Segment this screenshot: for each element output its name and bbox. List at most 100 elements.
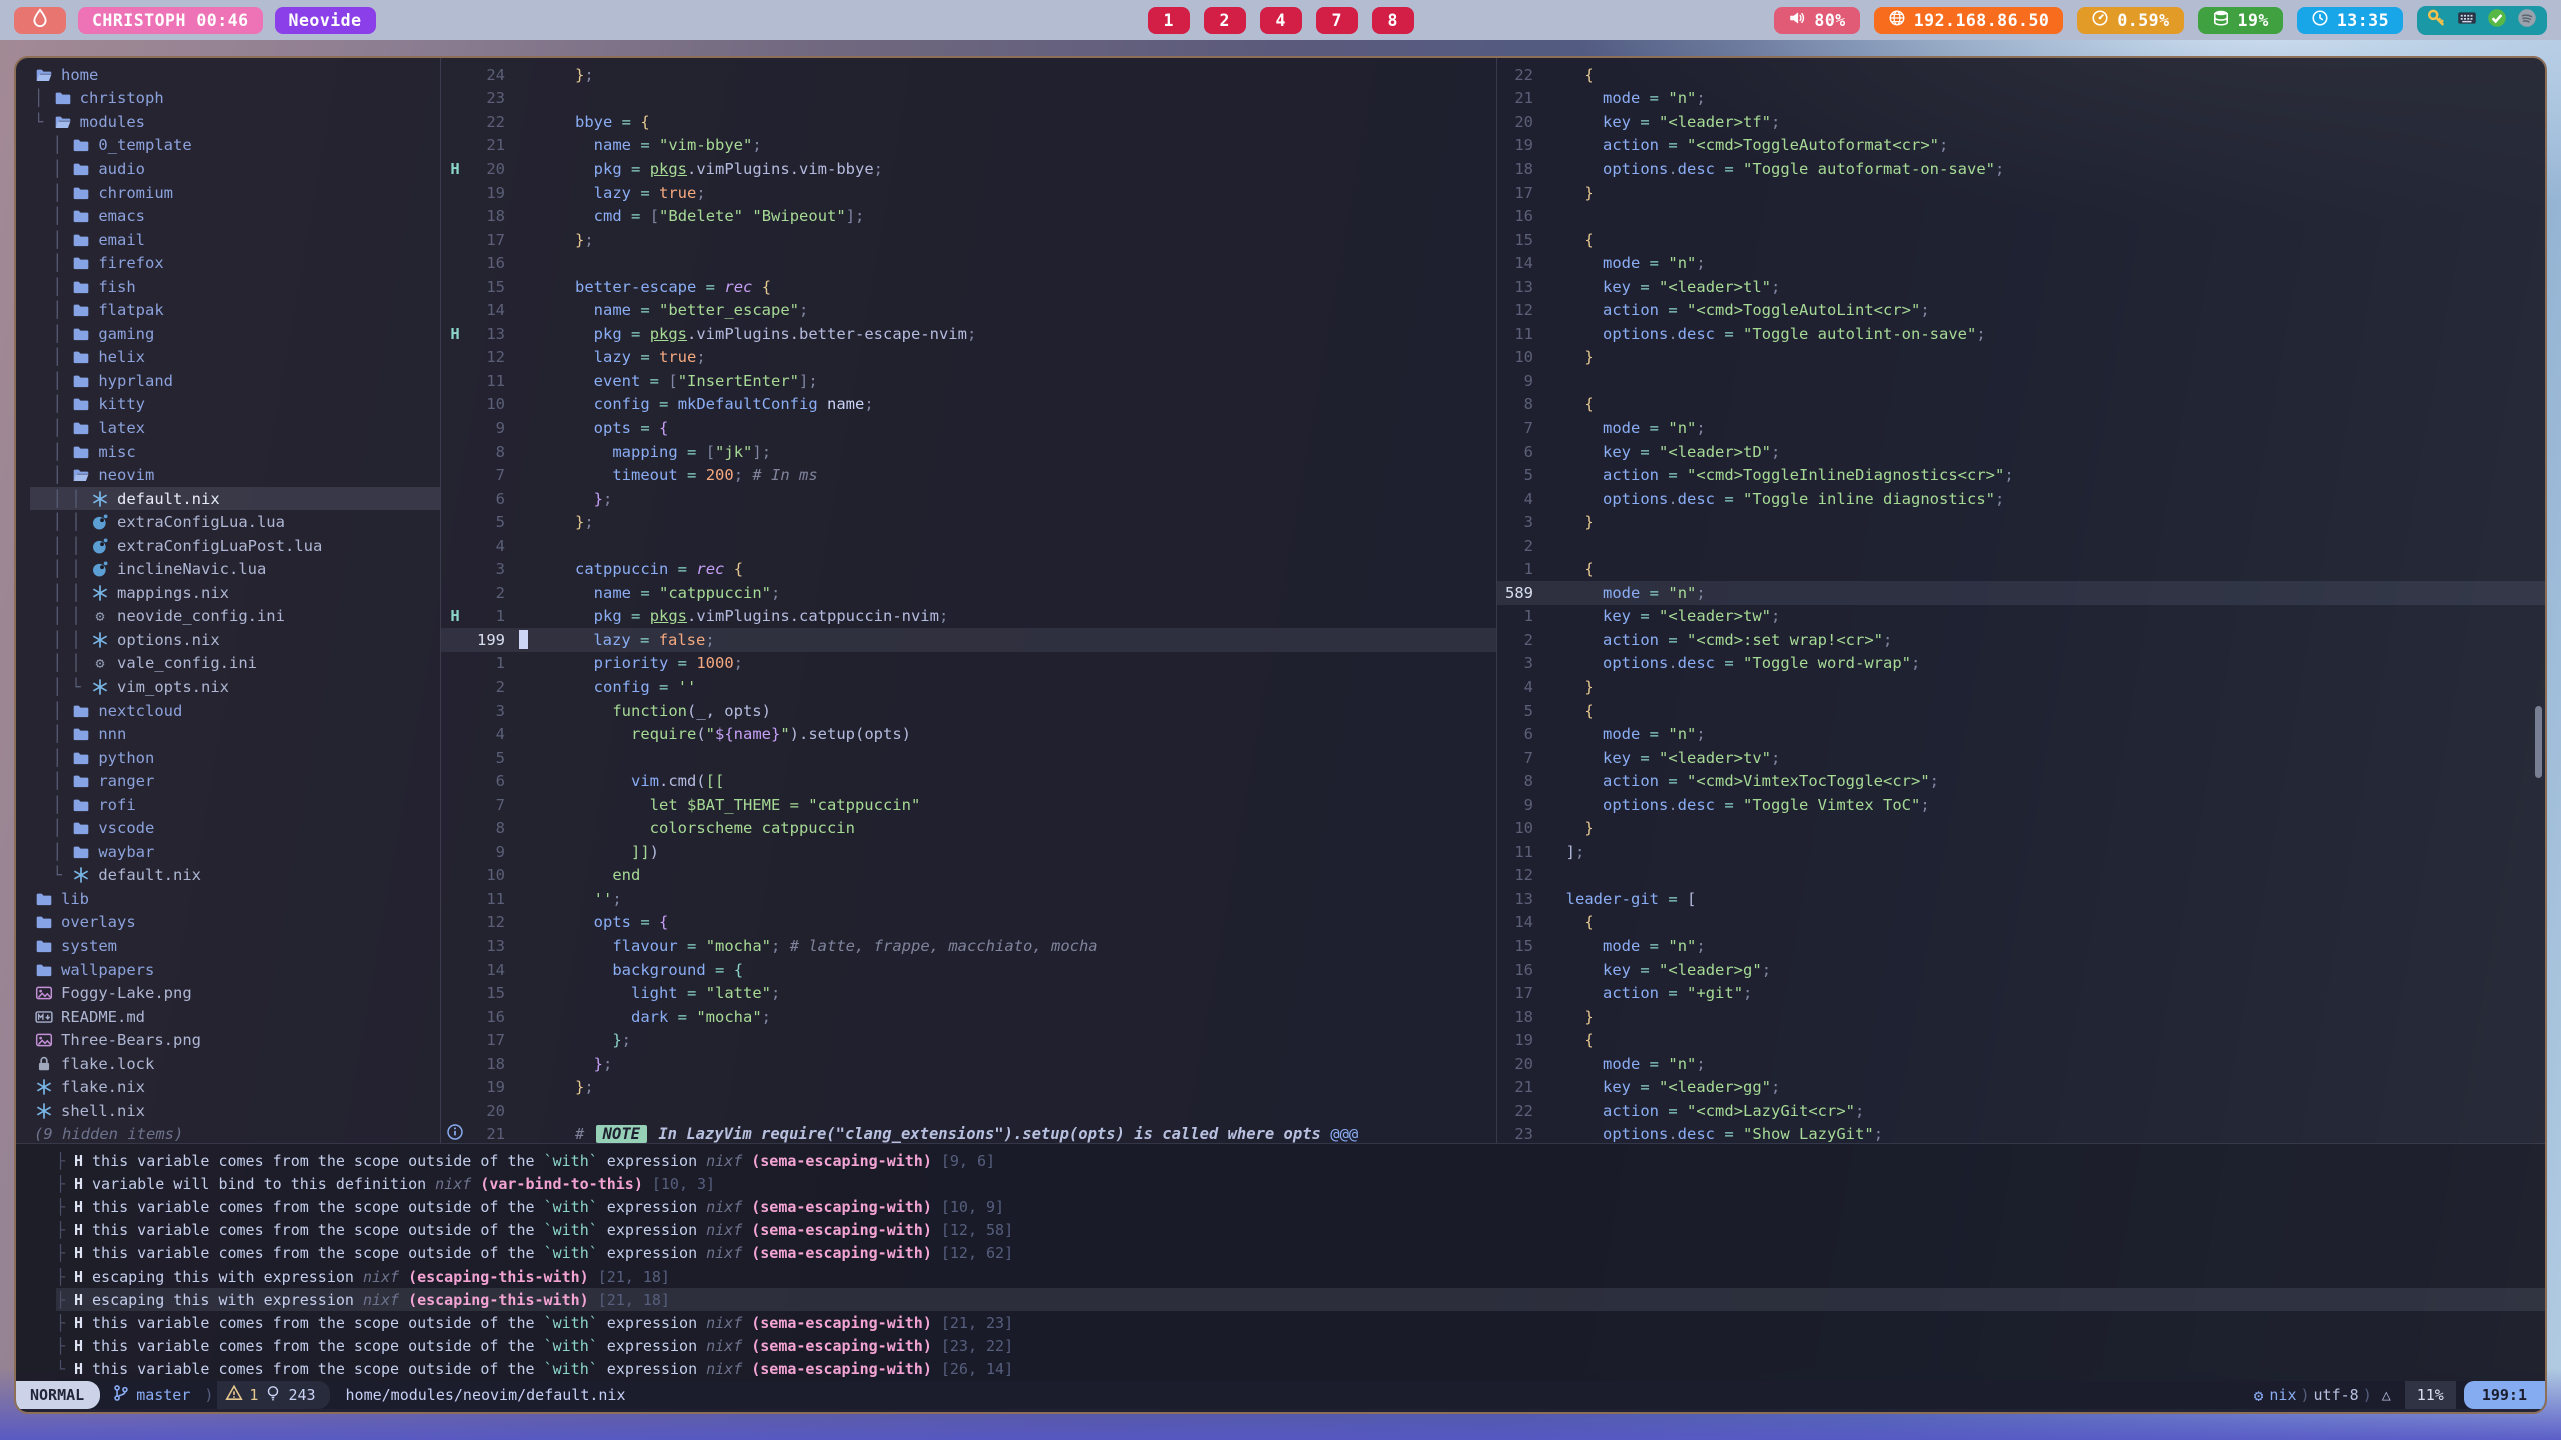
tree-row[interactable]: lib bbox=[30, 887, 440, 911]
code-line: 21 mode = "n"; bbox=[1497, 87, 2545, 111]
tree-row[interactable]: │ nextcloud bbox=[30, 699, 440, 723]
tree-row[interactable]: flake.nix bbox=[30, 1076, 440, 1100]
code-line: 16 bbox=[1497, 204, 2545, 228]
tree-row[interactable]: │ kitty bbox=[30, 393, 440, 417]
code-pane-right[interactable]: 22 {21 mode = "n";20 key = "<leader>tf";… bbox=[1497, 58, 2545, 1143]
tree-row[interactable]: │ flatpak bbox=[30, 298, 440, 322]
diagnostic-row[interactable]: ├Hthis variable comes from the scope out… bbox=[56, 1335, 2545, 1358]
tree-row[interactable]: │ │ default.nix bbox=[30, 487, 440, 511]
active-window-pill[interactable]: Neovide bbox=[275, 7, 376, 34]
tree-row[interactable]: │ vscode bbox=[30, 817, 440, 841]
disk-usage-value: 19% bbox=[2238, 11, 2269, 30]
diagnostic-row[interactable]: ├Hescaping this with expressionnixf(esca… bbox=[56, 1288, 2545, 1311]
tree-row[interactable]: │ firefox bbox=[30, 251, 440, 275]
tree-dir-label: emacs bbox=[98, 207, 145, 225]
tree-row[interactable]: │ hyprland bbox=[30, 369, 440, 393]
scrollbar-thumb[interactable] bbox=[2535, 706, 2542, 778]
tree-row[interactable]: │ │ ⚙neovide_config.ini bbox=[30, 605, 440, 629]
cpu-load-pill[interactable]: 0.59% bbox=[2077, 7, 2183, 34]
code-text: mode = "n"; bbox=[1547, 89, 2545, 107]
diagnostic-row[interactable]: ├Hthis variable comes from the scope out… bbox=[56, 1242, 2545, 1265]
workspace-button[interactable]: 7 bbox=[1316, 7, 1358, 34]
network-ip-value: 192.168.86.50 bbox=[1914, 11, 2050, 30]
tree-row[interactable]: home bbox=[30, 63, 440, 87]
tree-row[interactable]: │ rofi bbox=[30, 793, 440, 817]
git-branch[interactable]: master bbox=[112, 1384, 190, 1406]
keyboard-icon[interactable] bbox=[2457, 8, 2477, 32]
code-text: # NOTE In LazyVim require("clang_extensi… bbox=[519, 1125, 1496, 1143]
tree-row[interactable]: │ email bbox=[30, 228, 440, 252]
code-line: 9 bbox=[1497, 369, 2545, 393]
diagnostic-row[interactable]: └Hthis variable comes from the scope out… bbox=[56, 1358, 2545, 1381]
vol-icon bbox=[1788, 9, 1806, 31]
tree-row[interactable]: │ chromium bbox=[30, 181, 440, 205]
disk-usage-pill[interactable]: 19% bbox=[2198, 7, 2283, 34]
tree-row[interactable]: shell.nix bbox=[30, 1099, 440, 1123]
tree-row[interactable]: │ ranger bbox=[30, 769, 440, 793]
tree-row[interactable]: │ misc bbox=[30, 440, 440, 464]
folder-icon bbox=[34, 937, 54, 955]
code-text: { bbox=[1547, 66, 2545, 84]
tree-row[interactable]: │ fish bbox=[30, 275, 440, 299]
check-icon[interactable] bbox=[2487, 8, 2507, 32]
tree-row[interactable]: │ │ extraConfigLua.lua bbox=[30, 510, 440, 534]
workspace-button[interactable]: 8 bbox=[1372, 7, 1414, 34]
cursor-block bbox=[519, 630, 528, 649]
workspace-button[interactable]: 1 bbox=[1148, 7, 1190, 34]
tree-row[interactable]: │ │ extraConfigLuaPost.lua bbox=[30, 534, 440, 558]
tree-row[interactable]: │ waybar bbox=[30, 840, 440, 864]
tree-row[interactable]: │ emacs bbox=[30, 204, 440, 228]
diagnostics-panel[interactable]: ├Hthis variable comes from the scope out… bbox=[16, 1143, 2545, 1381]
tree-row[interactable]: │ audio bbox=[30, 157, 440, 181]
tree-row[interactable]: │ │ inclineNavic.lua bbox=[30, 557, 440, 581]
diagnostic-row[interactable]: ├Hthis variable comes from the scope out… bbox=[56, 1149, 2545, 1172]
code-line: 199 lazy = false; bbox=[441, 628, 1496, 652]
tree-row[interactable]: README.md bbox=[30, 1005, 440, 1029]
tree-row[interactable]: │ christoph bbox=[30, 87, 440, 111]
code-pane-left[interactable]: 24 };2322 bbye = {21 name = "vim-bbye";H… bbox=[441, 58, 1497, 1143]
tree-row[interactable]: └ modules bbox=[30, 110, 440, 134]
network-ip-pill[interactable]: 192.168.86.50 bbox=[1874, 7, 2064, 34]
folder-icon bbox=[71, 443, 91, 461]
tree-row[interactable]: system bbox=[30, 934, 440, 958]
tree-row[interactable]: Three-Bears.png bbox=[30, 1028, 440, 1052]
tree-row[interactable]: │ └ vim_opts.nix bbox=[30, 675, 440, 699]
code-text: background = { bbox=[519, 961, 1496, 979]
tree-row[interactable]: │ │ mappings.nix bbox=[30, 581, 440, 605]
volume-pill[interactable]: 80% bbox=[1774, 7, 1859, 34]
workspace-button[interactable]: 4 bbox=[1260, 7, 1302, 34]
file-tree[interactable]: home│ christoph└ modules │ 0_template │ … bbox=[16, 58, 441, 1143]
tree-row[interactable]: │ gaming bbox=[30, 322, 440, 346]
tree-row[interactable]: flake.lock bbox=[30, 1052, 440, 1076]
diagnostic-row[interactable]: ├Hvariable will bind to this definitionn… bbox=[56, 1172, 2545, 1195]
diagnostic-row[interactable]: ├Hthis variable comes from the scope out… bbox=[56, 1311, 2545, 1334]
tree-row[interactable]: │ neovim bbox=[30, 463, 440, 487]
diagnostic-row[interactable]: ├Hthis variable comes from the scope out… bbox=[56, 1219, 2545, 1242]
line-number: 13 bbox=[469, 937, 519, 955]
diagnostic-row[interactable]: ├Hthis variable comes from the scope out… bbox=[56, 1195, 2545, 1218]
spotify-icon[interactable] bbox=[2517, 8, 2537, 32]
clock-pill[interactable]: 13:35 bbox=[2297, 7, 2403, 34]
launcher-button[interactable] bbox=[14, 7, 66, 34]
workspace-button[interactable]: 2 bbox=[1204, 7, 1246, 34]
code-text: } bbox=[1547, 184, 2545, 202]
tree-row[interactable]: │ python bbox=[30, 746, 440, 770]
tree-row[interactable]: │ │ ⚙vale_config.ini bbox=[30, 652, 440, 676]
tree-row[interactable]: overlays bbox=[30, 911, 440, 935]
diagnostic-row[interactable]: ├Hescaping this with expressionnixf(esca… bbox=[56, 1265, 2545, 1288]
tree-row[interactable]: (9 hidden items) bbox=[30, 1123, 440, 1143]
tree-row[interactable]: │ nnn bbox=[30, 722, 440, 746]
key-icon[interactable] bbox=[2427, 8, 2447, 32]
tree-row[interactable]: Foggy-Lake.png bbox=[30, 981, 440, 1005]
folder-icon bbox=[71, 725, 91, 743]
user-clock-pill[interactable]: CHRISTOPH 00:46 bbox=[78, 7, 263, 34]
git-hunk-sign: H bbox=[441, 325, 469, 343]
tree-row[interactable]: └ default.nix bbox=[30, 864, 440, 888]
tree-row[interactable]: │ latex bbox=[30, 416, 440, 440]
tree-row[interactable]: │ │ options.nix bbox=[30, 628, 440, 652]
tree-row[interactable]: │ helix bbox=[30, 346, 440, 370]
line-number: 19 bbox=[469, 184, 519, 202]
system-tray[interactable] bbox=[2417, 6, 2547, 35]
tree-row[interactable]: wallpapers bbox=[30, 958, 440, 982]
tree-row[interactable]: │ 0_template bbox=[30, 134, 440, 158]
